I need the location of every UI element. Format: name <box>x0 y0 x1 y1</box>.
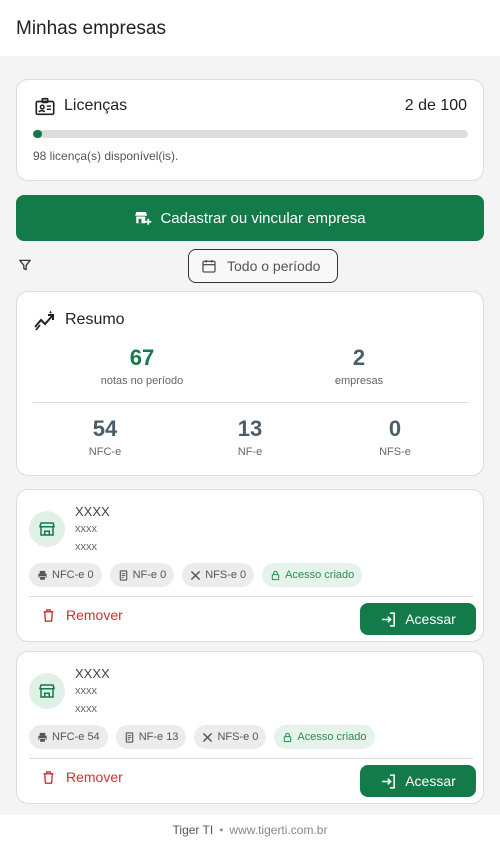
licenses-card: Licenças 2 de 100 98 licença(s) disponív… <box>16 79 484 181</box>
company-card: XXXX xxxx xxxx NFC-e 0 NF-e 0 NFS-e 0 Ac… <box>16 489 484 642</box>
chip-nfse: NFS-e 0 <box>182 563 255 587</box>
stat-label: notas no período <box>100 375 184 387</box>
status-label: Acesso criado <box>297 731 367 743</box>
licenses-progress-fill <box>33 130 42 138</box>
company-avatar <box>29 673 65 709</box>
tools-icon <box>191 570 201 580</box>
stat-companies: 2 empresas <box>294 345 424 387</box>
stat-value: 0 <box>388 416 402 441</box>
document-icon <box>125 731 133 743</box>
chip-label: NFS-e 0 <box>217 731 259 743</box>
license-card-icon <box>35 97 55 116</box>
footer: Tiger TI • www.tigerti.com.br <box>0 815 500 844</box>
chip-label: NFC-e 0 <box>52 569 94 581</box>
licenses-count: 2 de 100 <box>404 97 467 114</box>
chip-nfse: NFS-e 0 <box>194 725 267 749</box>
company-name: XXXX <box>75 504 110 519</box>
chip-label: NF-e 0 <box>132 569 167 581</box>
remove-label: Remover <box>66 769 123 785</box>
stat-label: NF-e <box>237 446 263 458</box>
status-label: Acesso criado <box>285 569 355 581</box>
chip-label: NF-e 13 <box>138 731 179 743</box>
access-label: Acessar <box>405 611 456 627</box>
printer-icon <box>38 732 47 742</box>
register-company-label: Cadastrar ou vincular empresa <box>160 209 366 227</box>
stat-nfe: 13 NF-e <box>200 416 300 458</box>
footer-brand: Tiger TI <box>172 822 214 837</box>
store-icon <box>39 522 55 536</box>
lock-icon <box>284 732 292 742</box>
licenses-available-text: 98 licença(s) disponível(is). <box>33 149 179 163</box>
company-detail: xxxx <box>75 685 97 697</box>
chip-nfce: NFC-e 54 <box>29 725 108 749</box>
remove-button[interactable]: Remover <box>41 769 123 785</box>
access-button[interactable]: Acessar <box>360 765 476 797</box>
licenses-progress-bar <box>33 130 468 138</box>
status-badge: Acesso criado <box>274 725 375 749</box>
summary-card: Resumo 67 notas no período 2 empresas 54… <box>16 291 484 476</box>
footer-separator: • <box>219 822 224 837</box>
store-add-icon <box>135 212 152 225</box>
chip-label: NFS-e 0 <box>205 569 247 581</box>
trash-icon <box>43 608 54 622</box>
remove-label: Remover <box>66 607 123 623</box>
company-name: XXXX <box>75 666 110 681</box>
login-icon <box>382 773 396 789</box>
company-detail: xxxx <box>75 541 97 553</box>
company-chips: NFC-e 54 NF-e 13 NFS-e 0 Acesso criado <box>29 725 375 749</box>
tools-icon <box>203 732 213 742</box>
chip-nfce: NFC-e 0 <box>29 563 102 587</box>
footer-site-link[interactable]: www.tigerti.com.br <box>229 823 327 837</box>
stat-label: NFS-e <box>379 446 411 458</box>
access-label: Acessar <box>405 773 456 789</box>
store-icon <box>39 684 55 698</box>
lock-icon <box>271 570 280 580</box>
stat-label: empresas <box>334 375 384 387</box>
stat-value: 13 <box>237 416 263 441</box>
stat-label: NFC-e <box>88 446 122 458</box>
company-card: XXXX xxxx xxxx NFC-e 54 NF-e 13 NFS-e 0 … <box>16 651 484 804</box>
register-company-button[interactable]: Cadastrar ou vincular empresa <box>16 195 484 241</box>
calendar-icon <box>202 260 216 273</box>
status-badge: Acesso criado <box>262 563 363 587</box>
stat-value: 54 <box>92 416 118 441</box>
page-title: Minhas empresas <box>16 18 166 39</box>
company-chips: NFC-e 0 NF-e 0 NFS-e 0 Acesso criado <box>29 563 363 587</box>
company-detail: xxxx <box>75 523 97 535</box>
summary-title: Resumo <box>65 311 125 328</box>
company-divider <box>29 758 473 759</box>
top-bar: Minhas empresas <box>0 0 500 56</box>
stat-notes: 67 notas no período <box>77 345 207 387</box>
chip-nfe: NF-e 0 <box>109 563 175 587</box>
period-filter-button[interactable]: Todo o período <box>188 249 338 283</box>
chip-nfe: NF-e 13 <box>115 725 187 749</box>
licenses-title: Licenças <box>64 97 128 114</box>
access-button[interactable]: Acessar <box>360 603 476 635</box>
period-filter-label: Todo o período <box>227 258 321 274</box>
stat-value: 67 <box>129 345 155 370</box>
printer-icon <box>38 570 47 580</box>
document-icon <box>119 569 127 581</box>
remove-button[interactable]: Remover <box>41 607 123 623</box>
filter-icon[interactable] <box>18 258 32 272</box>
stat-nfse: 0 NFS-e <box>345 416 445 458</box>
company-avatar <box>29 511 65 547</box>
login-icon <box>382 611 396 627</box>
chip-label: NFC-e 54 <box>52 731 100 743</box>
summary-divider <box>33 402 469 403</box>
trend-icon <box>34 310 54 331</box>
company-detail: xxxx <box>75 703 97 715</box>
stat-nfce: 54 NFC-e <box>55 416 155 458</box>
trash-icon <box>43 770 54 784</box>
company-divider <box>29 596 473 597</box>
stat-value: 2 <box>352 345 366 370</box>
